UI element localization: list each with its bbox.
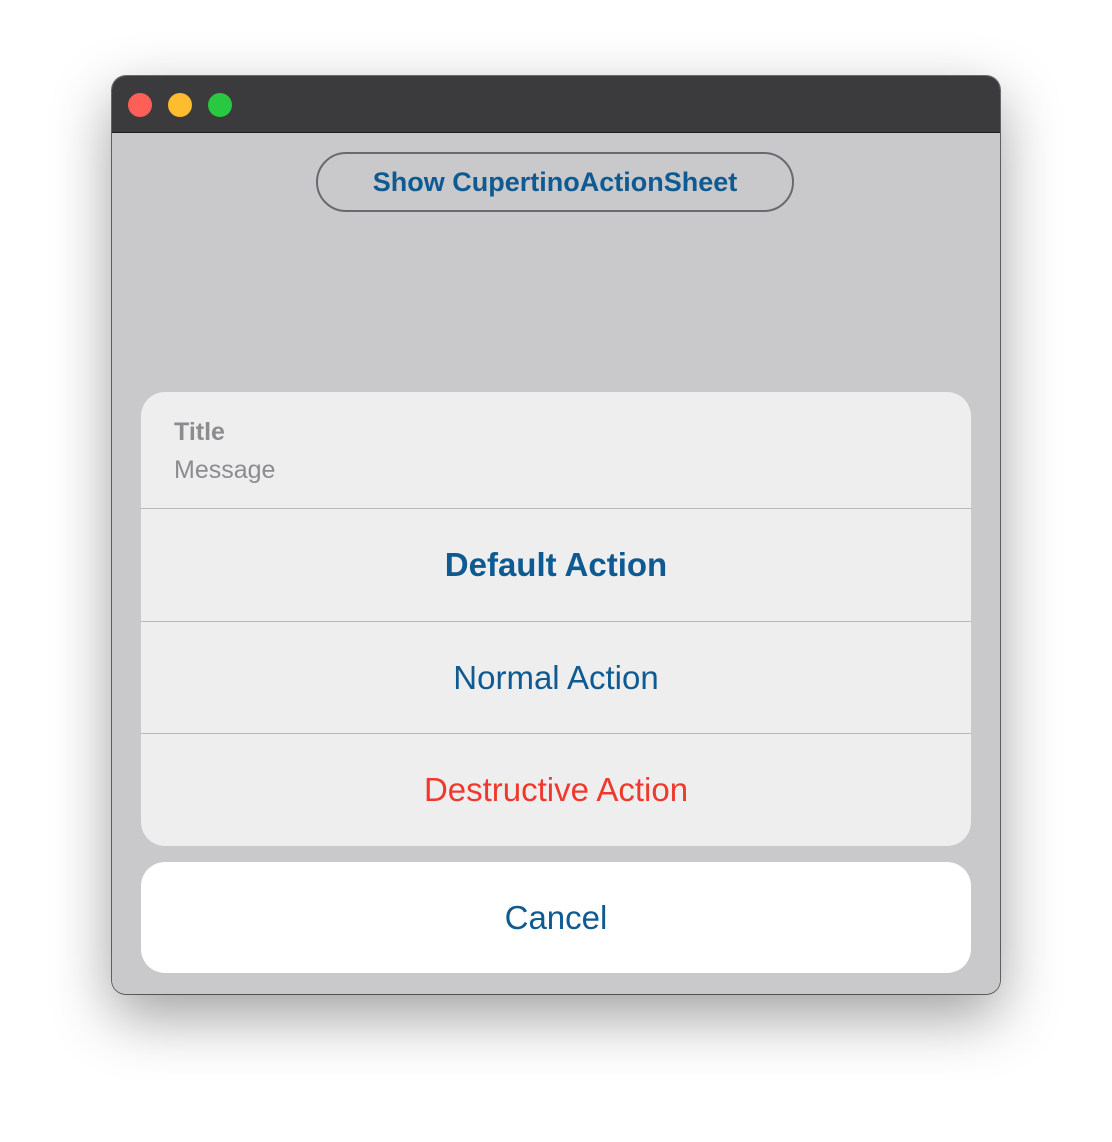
minimize-window-button[interactable] [168, 93, 192, 117]
close-window-button[interactable] [128, 93, 152, 117]
action-sheet-header: Title Message [141, 392, 971, 508]
app-window: Show CupertinoActionSheet Title Message … [112, 76, 1000, 994]
action-sheet-title: Title [174, 418, 225, 446]
cancel-button[interactable]: Cancel [141, 862, 971, 973]
title-bar[interactable] [112, 76, 1000, 133]
destructive-action-button[interactable]: Destructive Action [141, 734, 971, 846]
show-action-sheet-button[interactable]: Show CupertinoActionSheet [316, 152, 794, 212]
action-sheet-message: Message [174, 456, 276, 484]
action-sheet: Title Message Default Action Normal Acti… [141, 392, 971, 846]
normal-action-button[interactable]: Normal Action [141, 622, 971, 734]
default-action-button[interactable]: Default Action [141, 509, 971, 621]
maximize-window-button[interactable] [208, 93, 232, 117]
window-content: Show CupertinoActionSheet Title Message … [112, 133, 1000, 994]
